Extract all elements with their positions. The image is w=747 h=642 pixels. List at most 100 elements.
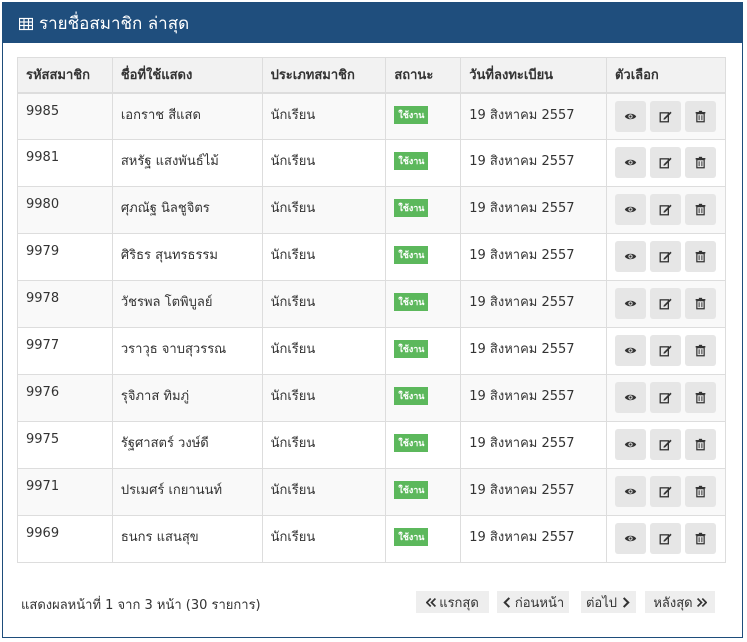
table-row: 9977 วราวุธ จาบสุวรรณ นักเรียน ใช้งาน 19 สิง…	[17, 327, 727, 375]
eye-icon	[624, 532, 637, 545]
register-date: 19 สิงหาคม 2557	[460, 515, 607, 563]
row-actions	[614, 519, 717, 554]
edit-button[interactable]	[649, 335, 681, 366]
member-type: นักเรียน	[261, 515, 387, 563]
view-button[interactable]	[614, 523, 646, 554]
edit-button[interactable]	[649, 429, 681, 460]
header-member-id: รหัสสมาชิก	[17, 57, 113, 94]
register-date: 19 สิงหาคม 2557	[460, 327, 607, 375]
edit-icon	[659, 532, 672, 545]
display-name: วัชรพล โตพิบูลย์	[111, 280, 263, 328]
member-type: นักเรียน	[261, 468, 387, 516]
member-type: นักเรียน	[261, 92, 387, 140]
delete-button[interactable]	[684, 241, 716, 272]
delete-button[interactable]	[684, 288, 716, 319]
pagination-info: แสดงผลหน้าที่ 1 จาก 3 หน้า (30 รายการ)	[21, 598, 261, 613]
table-row: 9975 รัฐศาสตร์ วงษ์ดี นักเรียน ใช้งาน 19 สิง…	[17, 421, 727, 469]
members-table: รหัสสมาชิก ชื่อที่ใช้แสดง ประเภทสมาชิก ส…	[17, 57, 727, 563]
register-date: 19 สิงหาคม 2557	[460, 139, 607, 187]
eye-icon	[624, 203, 637, 216]
member-id: 9971	[17, 468, 113, 516]
register-date: 19 สิงหาคม 2557	[460, 280, 607, 328]
next-page-button[interactable]: ต่อไป	[581, 591, 636, 613]
eye-icon	[624, 391, 637, 404]
edit-icon	[659, 110, 672, 123]
member-id: 9980	[17, 186, 113, 234]
display-name: รัฐศาสตร์ วงษ์ดี	[111, 421, 263, 469]
panel-header: รายชื่อสมาชิก ล่าสุด	[3, 3, 742, 43]
delete-button[interactable]	[684, 100, 716, 132]
table-row: 9976 รุจิภาส ทิมภู่ นักเรียน ใช้งาน 19 สิงหา…	[17, 374, 727, 422]
edit-icon	[659, 203, 672, 216]
register-date: 19 สิงหาคม 2557	[460, 468, 607, 516]
edit-button[interactable]	[649, 288, 681, 319]
edit-icon	[659, 485, 672, 498]
edit-icon	[659, 297, 672, 310]
member-id: 9975	[17, 421, 113, 469]
delete-button[interactable]	[684, 429, 716, 460]
trash-icon	[694, 391, 707, 404]
edit-button[interactable]	[649, 476, 681, 507]
edit-icon	[659, 156, 672, 169]
edit-icon	[659, 438, 672, 451]
last-page-button[interactable]: หลังสุด	[645, 591, 715, 613]
eye-icon	[624, 250, 637, 263]
status-badge: ใช้งาน	[394, 387, 429, 405]
edit-icon	[659, 391, 672, 404]
eye-icon	[624, 110, 637, 123]
header-status: สถานะ	[385, 57, 462, 94]
member-type: นักเรียน	[261, 280, 387, 328]
view-button[interactable]	[614, 476, 646, 507]
prev-page-button[interactable]: ก่อนหน้า	[497, 591, 569, 613]
member-type: นักเรียน	[261, 327, 387, 375]
status-badge: ใช้งาน	[394, 199, 429, 217]
status-badge: ใช้งาน	[394, 481, 429, 499]
table-row: 9978 วัชรพล โตพิบูลย์ นักเรียน ใช้งาน 19 สิง…	[17, 280, 727, 328]
first-page-button[interactable]: แรกสุด	[416, 591, 489, 613]
trash-icon	[694, 344, 707, 357]
delete-button[interactable]	[684, 194, 716, 225]
delete-button[interactable]	[684, 147, 716, 178]
table-header-row: รหัสสมาชิก ชื่อที่ใช้แสดง ประเภทสมาชิก ส…	[17, 57, 727, 94]
delete-button[interactable]	[684, 476, 716, 507]
delete-button[interactable]	[684, 335, 716, 366]
view-button[interactable]	[614, 194, 646, 225]
member-type: นักเรียน	[261, 233, 387, 281]
view-button[interactable]	[614, 100, 646, 132]
view-button[interactable]	[614, 382, 646, 413]
row-actions	[614, 237, 717, 272]
delete-button[interactable]	[684, 523, 716, 554]
view-button[interactable]	[614, 147, 646, 178]
member-id: 9979	[17, 233, 113, 281]
row-actions	[614, 284, 717, 319]
trash-icon	[694, 203, 707, 216]
display-name: ปรเมศร์ เกยานนท์	[111, 468, 263, 516]
trash-icon	[694, 532, 707, 545]
view-button[interactable]	[614, 288, 646, 319]
double-chevron-left-icon	[426, 597, 437, 608]
panel-title: รายชื่อสมาชิก ล่าสุด	[39, 13, 190, 34]
edit-button[interactable]	[649, 523, 681, 554]
edit-button[interactable]	[649, 100, 681, 132]
member-id: 9985	[17, 92, 113, 140]
row-actions	[614, 425, 717, 460]
status-badge: ใช้งาน	[394, 528, 429, 546]
member-id: 9969	[17, 515, 113, 563]
delete-button[interactable]	[684, 382, 716, 413]
member-type: นักเรียน	[261, 186, 387, 234]
edit-icon	[659, 344, 672, 357]
trash-icon	[694, 156, 707, 169]
view-button[interactable]	[614, 429, 646, 460]
register-date: 19 สิงหาคม 2557	[460, 421, 607, 469]
edit-button[interactable]	[649, 147, 681, 178]
display-name: วราวุธ จาบสุวรรณ	[111, 327, 263, 375]
edit-button[interactable]	[649, 194, 681, 225]
edit-button[interactable]	[649, 241, 681, 272]
view-button[interactable]	[614, 335, 646, 366]
view-button[interactable]	[614, 241, 646, 272]
register-date: 19 สิงหาคม 2557	[460, 186, 607, 234]
header-register-date: วันที่ลงทะเบียน	[460, 57, 607, 94]
edit-icon	[659, 250, 672, 263]
status-badge: ใช้งาน	[394, 340, 429, 358]
edit-button[interactable]	[649, 382, 681, 413]
